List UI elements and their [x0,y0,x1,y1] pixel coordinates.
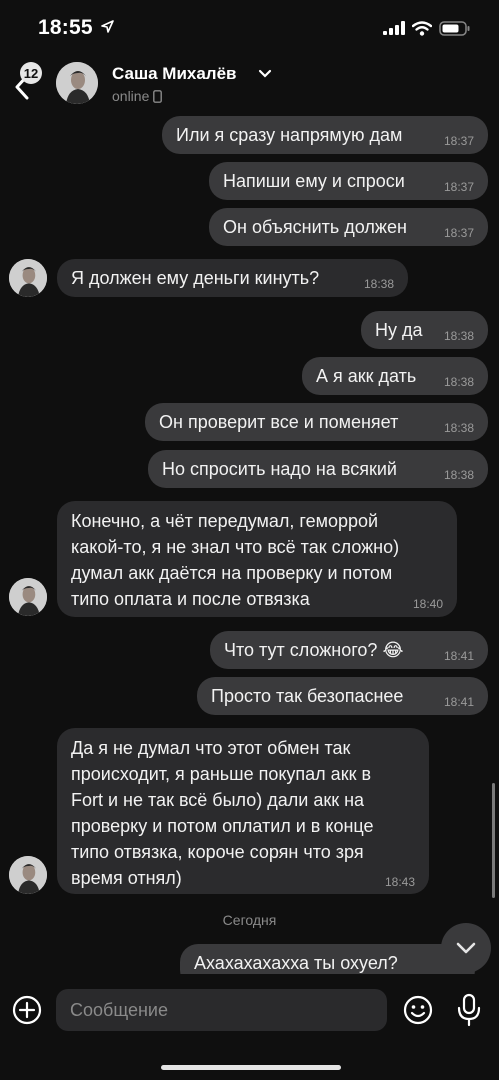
message-text: Он объяснить должен [223,217,407,237]
message-line: Конечно, а чёт передумал, геморрой [71,511,379,531]
cellular-signal-icon [383,21,405,35]
incoming-message[interactable]: Да я не думал что этот обмен так происхо… [57,728,429,894]
location-arrow-icon [100,20,114,33]
message-line: типо оплата и после отвязка [71,589,310,609]
presence-status: online [112,88,163,104]
chevron-down-icon[interactable] [258,69,272,79]
message-text: Напиши ему и спроси [223,171,405,191]
outgoing-message[interactable]: Ну да 18:38 [361,311,488,349]
home-indicator[interactable] [161,1065,341,1070]
message-line: какой-то, я не знал что всё так сложно) [71,537,400,557]
message-line: Fort и не так всё было) дали акк на [71,790,365,810]
message-time: 18:38 [443,468,474,482]
avatar-photo-icon [9,856,47,894]
emoji-button[interactable] [403,995,433,1025]
outgoing-message[interactable]: А я акк дать 18:38 [302,357,488,395]
message-text: Но спросить надо на всякий [162,459,397,479]
attach-button[interactable] [12,995,42,1025]
outgoing-message[interactable]: Он объяснить должен 18:37 [209,208,488,246]
message-line: происходит, я раньше покупал акк в [71,764,372,784]
message-time: 18:43 [384,875,415,889]
message-line: типо отвязка, короче сорян что зря [71,842,364,862]
sender-avatar[interactable] [9,578,47,616]
message-line: время отнял) [71,868,182,888]
message-time: 18:37 [443,134,474,148]
avatar-photo-icon [56,62,98,104]
message-text: Ахахахахахха ты охуел? [194,953,398,973]
avatar-photo-icon [9,259,47,297]
message-time: 18:38 [443,421,474,435]
message-time: 18:41 [443,649,474,663]
wifi-icon [412,20,432,36]
message-text: Я должен ему деньги кинуть? [71,268,320,288]
outgoing-message[interactable]: Но спросить надо на всякий 18:38 [148,450,488,488]
message-time: 18:38 [363,277,394,291]
incoming-message[interactable]: Я должен ему деньги кинуть? 18:38 [57,259,408,297]
message-line: Да я не думал что этот обмен так [71,738,351,758]
message-time: 18:41 [443,695,474,709]
message-text: Он проверит все и поменяет [159,412,399,432]
outgoing-message[interactable]: Или я сразу напрямую дам 18:37 [162,116,488,154]
message-line: думал акк даётся на проверку и потом [71,563,393,583]
microphone-icon [457,993,481,1027]
message-line: проверку и потом оплатил и в конце [71,816,374,836]
message-input[interactable] [56,989,387,1031]
sender-avatar[interactable] [9,259,47,297]
outgoing-message[interactable]: Напиши ему и спроси 18:37 [209,162,488,200]
message-text: А я акк дать [316,366,417,386]
message-time: 18:37 [443,180,474,194]
status-icons [383,19,471,37]
unread-badge: 12 [20,62,42,84]
mobile-device-icon [153,89,163,103]
message-time: 18:38 [443,375,474,389]
presence-text: online [112,88,150,104]
contact-avatar[interactable] [56,62,98,104]
outgoing-message[interactable]: Что тут сложного? 😂 18:41 [210,631,488,669]
scroll-to-bottom-button[interactable] [441,923,491,973]
scrollbar-thumb[interactable] [492,783,495,898]
avatar-photo-icon [9,578,47,616]
outgoing-message[interactable]: Просто так безопаснее 18:41 [197,677,488,715]
contact-name[interactable]: Саша Михалёв [112,64,237,84]
message-time: 18:37 [443,226,474,240]
status-time: 18:55 [38,16,114,40]
plus-circle-icon [12,995,42,1025]
incoming-message[interactable]: Конечно, а чёт передумал, геморрой какой… [57,501,457,617]
chevron-down-icon [456,942,476,954]
status-time-text: 18:55 [38,16,93,39]
sender-avatar[interactable] [9,856,47,894]
voice-message-button[interactable] [455,993,483,1027]
battery-icon [439,20,470,36]
message-text: Просто так безопаснее [211,686,404,706]
message-time: 18:40 [412,597,443,611]
message-text: Что тут сложного? 😂 [224,640,404,660]
day-separator: Сегодня [222,912,277,928]
outgoing-message[interactable]: Он проверит все и поменяет 18:38 [145,403,488,441]
message-text: Или я сразу напрямую дам [176,125,403,145]
message-time: 18:38 [443,329,474,343]
smiley-icon [403,995,433,1025]
message-text: Ну да [375,320,423,340]
